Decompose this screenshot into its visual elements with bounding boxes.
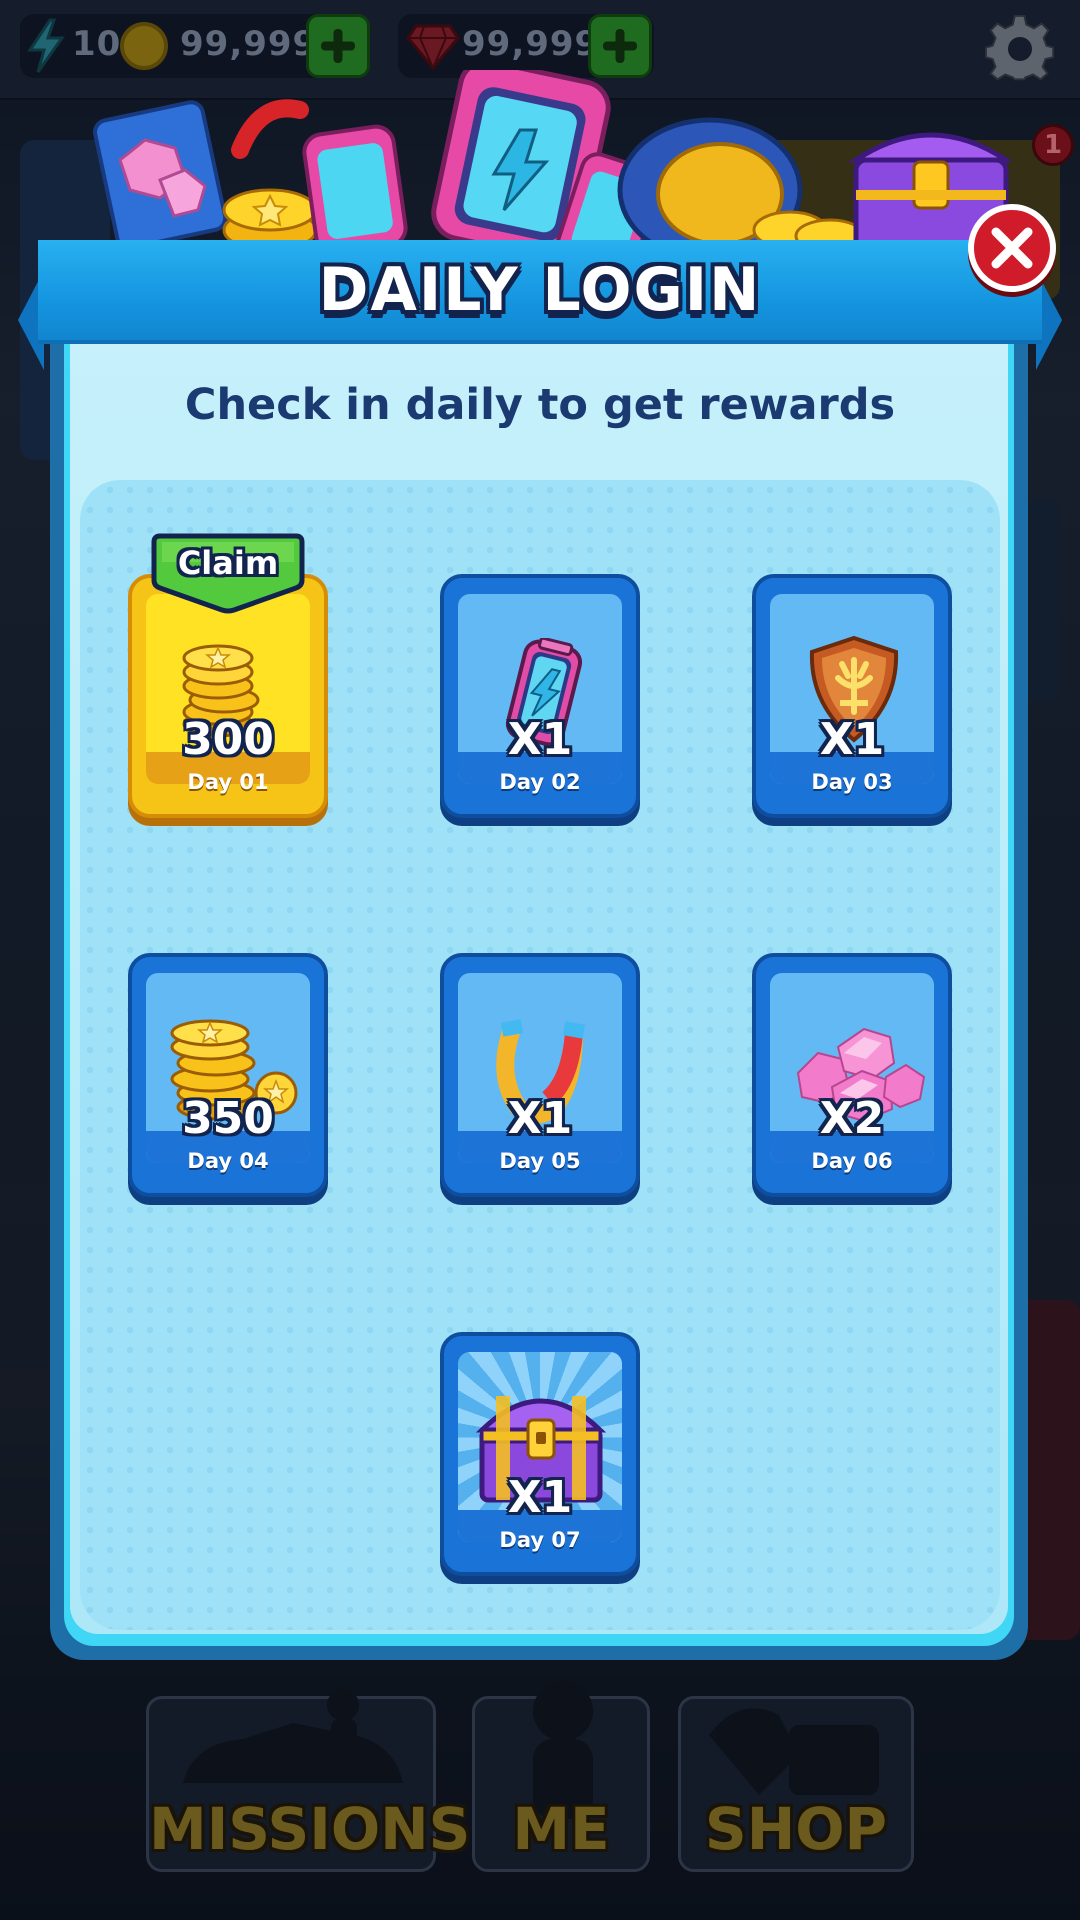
golden-vault-illustration — [617, 117, 866, 250]
nav-shop-label: SHOP — [704, 1795, 888, 1863]
gem-icon — [406, 24, 460, 70]
reward-day-label: Day 02 — [499, 770, 581, 794]
close-button[interactable] — [968, 204, 1056, 292]
reward-card-day-07[interactable]: X1 Day 07 — [440, 1332, 640, 1576]
nav-missions-label: MISSIONS — [149, 1795, 471, 1863]
reward-day-label: Day 07 — [499, 1528, 581, 1552]
close-icon — [991, 227, 1033, 269]
energy-value: 10 — [72, 24, 122, 64]
energy-battery-illustration — [302, 70, 662, 250]
nav-shop-button[interactable]: SHOP — [678, 1696, 914, 1872]
reward-quantity: 300 — [182, 714, 274, 765]
modal-title: DAILY LOGIN — [318, 255, 762, 325]
gems-counter: 99,999 — [398, 14, 654, 78]
nav-me-button[interactable]: ME — [472, 1681, 650, 1872]
nav-missions-button[interactable]: MISSIONS — [146, 1689, 471, 1872]
reward-card-day-02[interactable]: X1 Day 02 — [440, 574, 640, 818]
add-coins-button[interactable] — [306, 14, 370, 78]
reward-quantity: X2 — [819, 1093, 885, 1144]
reward-quantity: X1 — [507, 1093, 573, 1144]
car-silhouette-icon — [183, 1689, 403, 1783]
coins-value: 99,999 — [180, 24, 318, 64]
reward-card-day-05[interactable]: X1 Day 05 — [440, 953, 640, 1197]
energy-bolt-icon — [27, 18, 65, 73]
reward-day-label: Day 04 — [187, 1149, 269, 1173]
reward-card-day-03[interactable]: X1 Day 03 — [752, 574, 952, 818]
hero-rewards-illustration — [92, 70, 1010, 250]
nav-me-label: ME — [512, 1795, 610, 1863]
reward-card-day-06[interactable]: X2 Day 06 — [752, 953, 952, 1197]
energy-coins-counter: 10 99,999 — [20, 14, 370, 78]
reward-day-label: Day 01 — [187, 770, 269, 794]
reward-day-label: Day 06 — [811, 1149, 893, 1173]
reward-day-label: Day 03 — [811, 770, 893, 794]
coin-icon — [120, 22, 168, 70]
reward-card-day-04[interactable]: 350 Day 04 — [128, 953, 328, 1197]
add-gems-button[interactable] — [588, 14, 652, 78]
reward-quantity: X1 — [819, 714, 885, 765]
gems-value: 99,999 — [462, 24, 600, 64]
reward-quantity: X1 — [507, 714, 573, 765]
reward-quantity: X1 — [507, 1472, 573, 1523]
claim-label[interactable]: Claim — [150, 544, 306, 582]
reward-quantity: 350 — [182, 1093, 274, 1144]
gem-box-illustration — [92, 100, 228, 250]
notification-badge: 1 — [1032, 124, 1074, 166]
modal-subtitle: Check in daily to get rewards — [184, 380, 896, 430]
reward-day-label: Day 05 — [499, 1149, 581, 1173]
